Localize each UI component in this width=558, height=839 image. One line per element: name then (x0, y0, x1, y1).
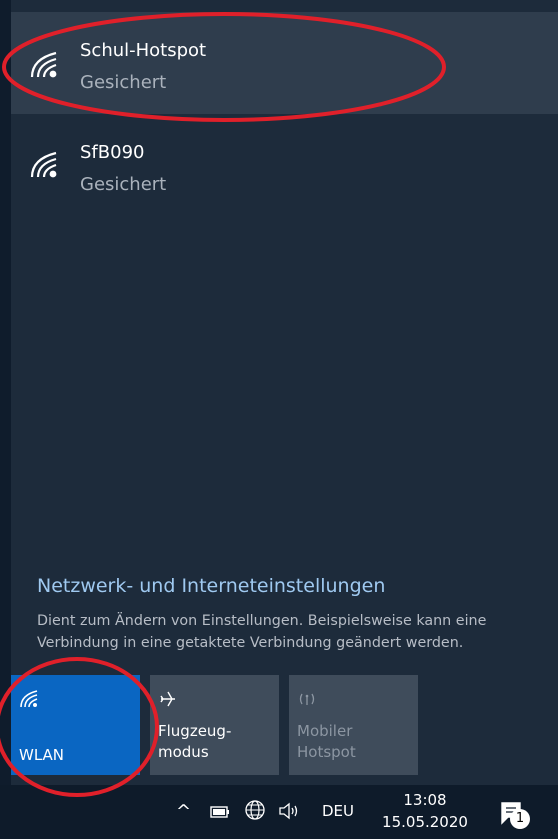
network-item-sfb090[interactable]: SfB090 Gesichert (11, 124, 558, 214)
notification-count-badge: 1 (510, 809, 530, 829)
network-status: Gesichert (80, 174, 167, 195)
input-language[interactable]: DEU (322, 802, 354, 820)
wifi-icon (20, 690, 38, 708)
network-globe-icon[interactable] (244, 799, 266, 821)
screen: Schul-Hotspot Gesichert SfB090 Gesichert… (0, 0, 558, 839)
network-status: Gesichert (80, 72, 167, 93)
network-settings-description: Dient zum Ändern von Einstellungen. Beis… (37, 613, 487, 651)
airplane-mode-tile[interactable]: Flugzeug- modus (150, 675, 279, 775)
wlan-toggle-tile[interactable]: WLAN (11, 675, 140, 775)
network-name: SfB090 (80, 142, 145, 163)
tile-label: WLAN (19, 746, 65, 764)
wifi-icon (30, 51, 57, 78)
wifi-icon (30, 151, 57, 178)
clock[interactable]: 13:08 15.05.2020 (380, 789, 470, 833)
tile-label: Flugzeug- modus (158, 722, 232, 761)
network-settings-link[interactable]: Netzwerk- und Interneteinstellungen (37, 574, 385, 598)
airplane-icon (160, 691, 175, 707)
show-hidden-icons-chevron[interactable]: ^ (176, 801, 191, 822)
network-flyout: Schul-Hotspot Gesichert SfB090 Gesichert… (11, 0, 558, 785)
battery-icon[interactable] (210, 806, 230, 818)
network-item-schul-hotspot[interactable]: Schul-Hotspot Gesichert (11, 12, 558, 114)
taskbar: ^ DEU 13:08 15.05.2020 1 (0, 785, 558, 839)
desktop-edge (0, 0, 11, 839)
clock-date: 15.05.2020 (382, 813, 468, 831)
clock-time: 13:08 (403, 791, 447, 809)
volume-icon[interactable] (278, 801, 302, 821)
network-name: Schul-Hotspot (80, 40, 207, 61)
tile-label: Mobiler Hotspot (297, 722, 356, 761)
mobile-hotspot-tile[interactable]: Mobiler Hotspot (289, 675, 418, 775)
hotspot-icon (299, 693, 315, 705)
